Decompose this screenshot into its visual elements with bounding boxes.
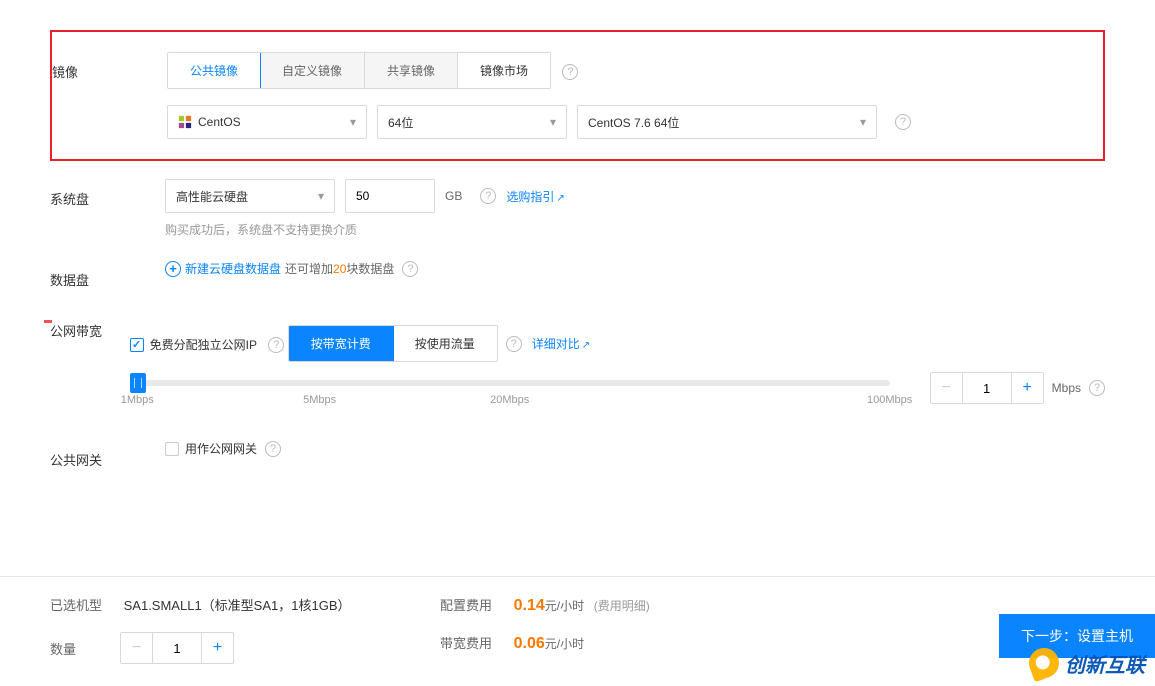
help-icon[interactable]: ?: [402, 261, 418, 277]
help-icon[interactable]: ?: [895, 114, 911, 130]
os-select[interactable]: CentOS ▾: [167, 105, 367, 139]
centos-icon: [178, 115, 192, 129]
indicator-mark: [44, 320, 52, 323]
chevron-down-icon: ▾: [860, 115, 866, 129]
tab-market-image[interactable]: 镜像市场: [458, 53, 550, 88]
tab-custom-image[interactable]: 自定义镜像: [260, 53, 365, 88]
quantity-stepper[interactable]: − +: [120, 632, 234, 664]
gateway-checkbox[interactable]: 用作公网网关: [165, 440, 257, 457]
chevron-down-icon: ▾: [318, 189, 324, 203]
version-select[interactable]: CentOS 7.6 64位 ▾: [577, 105, 877, 139]
qty-value[interactable]: [153, 633, 201, 663]
watermark-text: 创新互联: [1065, 649, 1145, 678]
bandwidth-stepper[interactable]: − +: [930, 372, 1044, 404]
label-system-disk: 系统盘: [50, 179, 165, 208]
watermark: 创新互联: [1029, 648, 1145, 678]
bandwidth-slider[interactable]: [130, 380, 890, 386]
version-value: CentOS 7.6 64位: [588, 114, 679, 131]
fee-detail-link[interactable]: (费用明细): [594, 599, 650, 613]
help-icon[interactable]: ?: [506, 336, 522, 352]
disk-size-field[interactable]: [346, 189, 434, 203]
increment-button[interactable]: +: [1011, 373, 1043, 403]
os-value: CentOS: [198, 115, 241, 129]
gateway-label: 用作公网网关: [185, 440, 257, 457]
checkbox-icon: [130, 338, 144, 352]
help-icon[interactable]: ?: [562, 64, 578, 80]
model-label: 已选机型: [50, 595, 120, 614]
config-price: 0.14: [514, 597, 545, 614]
label-bandwidth: 公网带宽: [50, 311, 130, 340]
billing-tabs: 按带宽计费 按使用流量: [288, 325, 498, 362]
disk-unit: GB: [445, 189, 462, 203]
decrement-button[interactable]: −: [931, 373, 963, 403]
checkbox-icon: [165, 442, 179, 456]
add-data-disk-link[interactable]: 新建云硬盘数据盘: [185, 260, 281, 277]
help-icon[interactable]: ?: [268, 337, 284, 353]
footer-bar: 已选机型 SA1.SMALL1（标准型SA1，1核1GB） 数量 − + 配置费…: [0, 576, 1155, 686]
arch-select[interactable]: 64位 ▾: [377, 105, 567, 139]
free-ip-checkbox[interactable]: 免费分配独立公网IP: [130, 336, 257, 353]
disk-type-select[interactable]: 高性能云硬盘 ▾: [165, 179, 335, 213]
help-icon[interactable]: ?: [265, 441, 281, 457]
add-icon[interactable]: +: [165, 261, 181, 277]
external-icon: ↗: [582, 340, 590, 351]
remain-count: 20: [333, 262, 346, 276]
label-gateway: 公共网关: [50, 440, 165, 469]
tab-shared-image[interactable]: 共享镜像: [365, 53, 458, 88]
arch-value: 64位: [388, 114, 413, 131]
bandwidth-unit: Mbps: [1052, 381, 1081, 395]
label-image: 镜像: [52, 52, 167, 81]
disk-size-input[interactable]: [345, 179, 435, 213]
image-section-highlight: 镜像 公共镜像 自定义镜像 共享镜像 镜像市场 ? CentOS: [50, 30, 1105, 161]
config-unit: 元/小时: [545, 599, 584, 613]
label-data-disk: 数据盘: [50, 260, 165, 289]
purchase-guide-link[interactable]: 选购指引↗: [506, 188, 564, 205]
slider-handle[interactable]: [130, 373, 146, 393]
free-ip-label: 免费分配独立公网IP: [150, 336, 257, 353]
help-icon[interactable]: ?: [1089, 380, 1105, 396]
compare-link[interactable]: 详细对比↗: [532, 335, 590, 352]
remain-post: 块数据盘: [346, 260, 394, 277]
disk-hint: 购买成功后，系统盘不支持更换介质: [165, 221, 1105, 238]
bw-price: 0.06: [514, 635, 545, 652]
qty-label: 数量: [50, 639, 120, 658]
tab-public-image[interactable]: 公共镜像: [167, 52, 261, 89]
image-type-tabs: 公共镜像 自定义镜像 共享镜像 镜像市场: [167, 52, 551, 89]
bw-unit: 元/小时: [545, 637, 584, 651]
help-icon[interactable]: ?: [480, 188, 496, 204]
chevron-down-icon: ▾: [350, 115, 356, 129]
decrement-button[interactable]: −: [121, 633, 153, 663]
bandwidth-value[interactable]: [963, 373, 1011, 403]
disk-type-value: 高性能云硬盘: [176, 188, 248, 205]
remain-pre: 还可增加: [285, 260, 333, 277]
config-fee-label: 配置费用: [440, 595, 510, 614]
watermark-icon: [1025, 644, 1063, 682]
tab-by-traffic[interactable]: 按使用流量: [393, 326, 497, 361]
model-value: SA1.SMALL1（标准型SA1，1核1GB）: [124, 598, 351, 613]
external-icon: ↗: [556, 193, 564, 204]
tab-by-bandwidth[interactable]: 按带宽计费: [288, 325, 394, 362]
bw-fee-label: 带宽费用: [440, 633, 510, 652]
chevron-down-icon: ▾: [550, 115, 556, 129]
increment-button[interactable]: +: [201, 633, 233, 663]
